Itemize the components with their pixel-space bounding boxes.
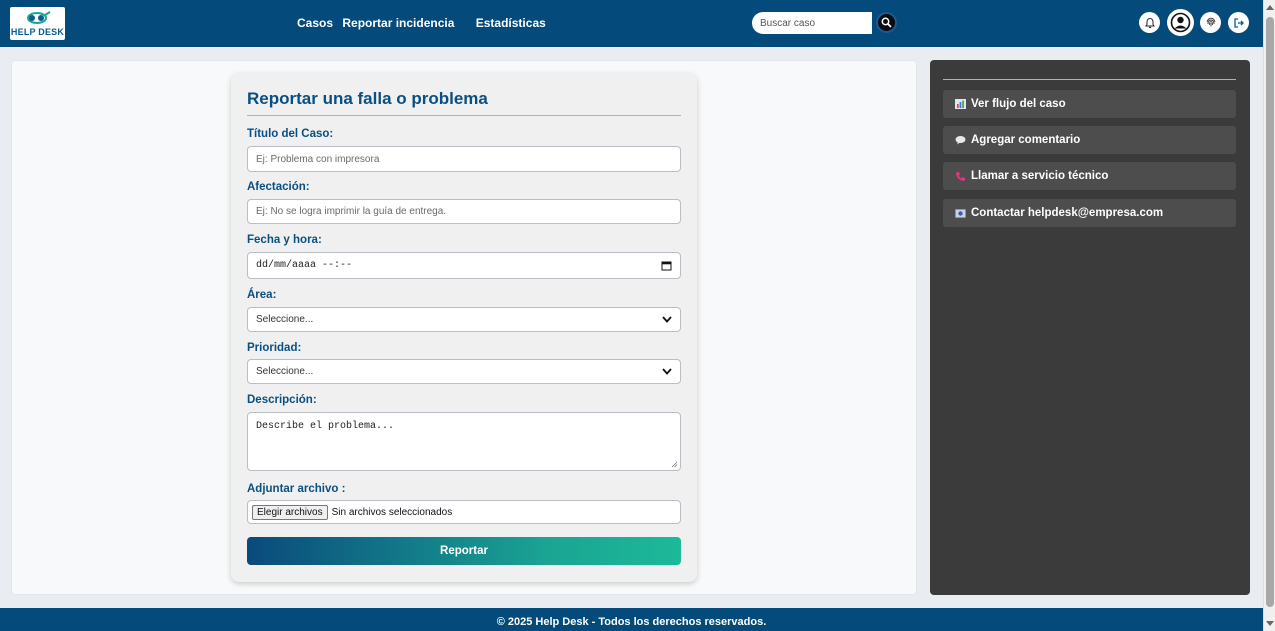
user-avatar-button[interactable] bbox=[1167, 9, 1194, 36]
titulo-label: Título del Caso: bbox=[247, 128, 334, 140]
report-submit-button[interactable]: Reportar bbox=[247, 537, 681, 565]
main-nav: Casos Reportar incidencia Estadísticas bbox=[297, 16, 546, 30]
bell-icon bbox=[1144, 17, 1155, 28]
resize-handle-icon[interactable] bbox=[671, 461, 678, 468]
prioridad-selected: Seleccione... bbox=[256, 366, 314, 377]
speech-bubble-icon bbox=[955, 135, 966, 145]
afectacion-label: Afectación: bbox=[247, 181, 310, 193]
scroll-thumb[interactable] bbox=[1266, 17, 1274, 607]
logout-button[interactable] bbox=[1228, 12, 1249, 33]
navbar: HELP DESK Casos Reportar incidencia Esta… bbox=[0, 0, 1263, 47]
fingerprint-icon bbox=[1206, 17, 1215, 26]
titulo-input[interactable]: Ej: Problema con impresora bbox=[247, 146, 681, 172]
area-select[interactable]: Seleccione... bbox=[247, 307, 681, 332]
fecha-label: Fecha y hora: bbox=[247, 234, 322, 246]
chart-icon bbox=[955, 99, 966, 109]
view-case-flow-button[interactable]: Ver flujo del caso bbox=[943, 90, 1236, 118]
chevron-down-icon bbox=[662, 316, 672, 323]
scroll-down-icon[interactable] bbox=[1266, 621, 1274, 626]
search-input[interactable] bbox=[752, 12, 872, 34]
footer-text: © 2025 Help Desk - Todos los derechos re… bbox=[496, 615, 767, 628]
add-comment-label: Agregar comentario bbox=[971, 134, 1081, 146]
nav-estadisticas[interactable]: Estadísticas bbox=[476, 16, 546, 30]
afectacion-input[interactable]: Ej: No se logra imprimir la guía de entr… bbox=[247, 199, 681, 224]
chevron-down-icon bbox=[662, 368, 672, 375]
notifications-button[interactable] bbox=[1139, 12, 1160, 33]
report-form-card: Reportar una falla o problema Título del… bbox=[231, 73, 697, 582]
side-actions-panel: Ver flujo del caso Agregar comentario Ll… bbox=[930, 60, 1250, 595]
call-support-label: Llamar a servicio técnico bbox=[971, 170, 1109, 182]
file-status: Sin archivos seleccionados bbox=[331, 506, 453, 518]
area-label: Área: bbox=[247, 289, 277, 301]
email-icon bbox=[955, 208, 966, 218]
scroll-up-icon[interactable] bbox=[1266, 5, 1274, 10]
page-scrollbar[interactable] bbox=[1263, 0, 1275, 631]
descripcion-label: Descripción: bbox=[247, 394, 317, 406]
afectacion-placeholder: Ej: No se logra imprimir la guía de entr… bbox=[256, 206, 447, 217]
call-support-button[interactable]: Llamar a servicio técnico bbox=[943, 162, 1236, 190]
titulo-placeholder: Ej: Problema con impresora bbox=[256, 153, 380, 165]
phone-icon bbox=[955, 171, 966, 182]
contact-email-label: Contactar helpdesk@empresa.com bbox=[971, 207, 1164, 219]
side-divider bbox=[943, 79, 1236, 80]
search-icon bbox=[881, 17, 892, 28]
footer: © 2025 Help Desk - Todos los derechos re… bbox=[0, 608, 1263, 631]
contact-email-button[interactable]: Contactar helpdesk@empresa.com bbox=[943, 199, 1236, 227]
descripcion-placeholder: Describe el problema... bbox=[256, 421, 395, 432]
archivo-label: Adjuntar archivo : bbox=[247, 483, 346, 495]
logout-icon bbox=[1233, 17, 1244, 28]
search-button[interactable] bbox=[876, 12, 897, 33]
choose-files-button[interactable]: Elegir archivos bbox=[252, 504, 328, 520]
fingerprint-button[interactable] bbox=[1200, 12, 1221, 33]
descripcion-textarea[interactable]: Describe el problema... bbox=[247, 412, 681, 471]
view-case-flow-label: Ver flujo del caso bbox=[971, 98, 1066, 110]
area-selected: Seleccione... bbox=[256, 314, 314, 325]
logo-graphic-icon bbox=[27, 11, 51, 24]
calendar-icon[interactable] bbox=[661, 260, 672, 271]
nav-reportar-incidencia[interactable]: Reportar incidencia bbox=[342, 16, 454, 30]
nav-casos[interactable]: Casos bbox=[297, 16, 333, 30]
fecha-value: dd/mm/aaaa --:-- bbox=[256, 260, 353, 271]
help-desk-logo[interactable]: HELP DESK bbox=[10, 7, 65, 40]
add-comment-button[interactable]: Agregar comentario bbox=[943, 126, 1236, 154]
user-icon bbox=[1170, 12, 1191, 33]
archivo-input[interactable]: Elegir archivos Sin archivos seleccionad… bbox=[247, 500, 681, 524]
fecha-input[interactable]: dd/mm/aaaa --:-- bbox=[247, 252, 681, 279]
prioridad-select[interactable]: Seleccione... bbox=[247, 359, 681, 384]
form-title: Reportar una falla o problema bbox=[247, 89, 488, 108]
prioridad-label: Prioridad: bbox=[247, 342, 302, 354]
logo-text: HELP DESK bbox=[10, 27, 65, 37]
title-divider bbox=[247, 115, 681, 116]
